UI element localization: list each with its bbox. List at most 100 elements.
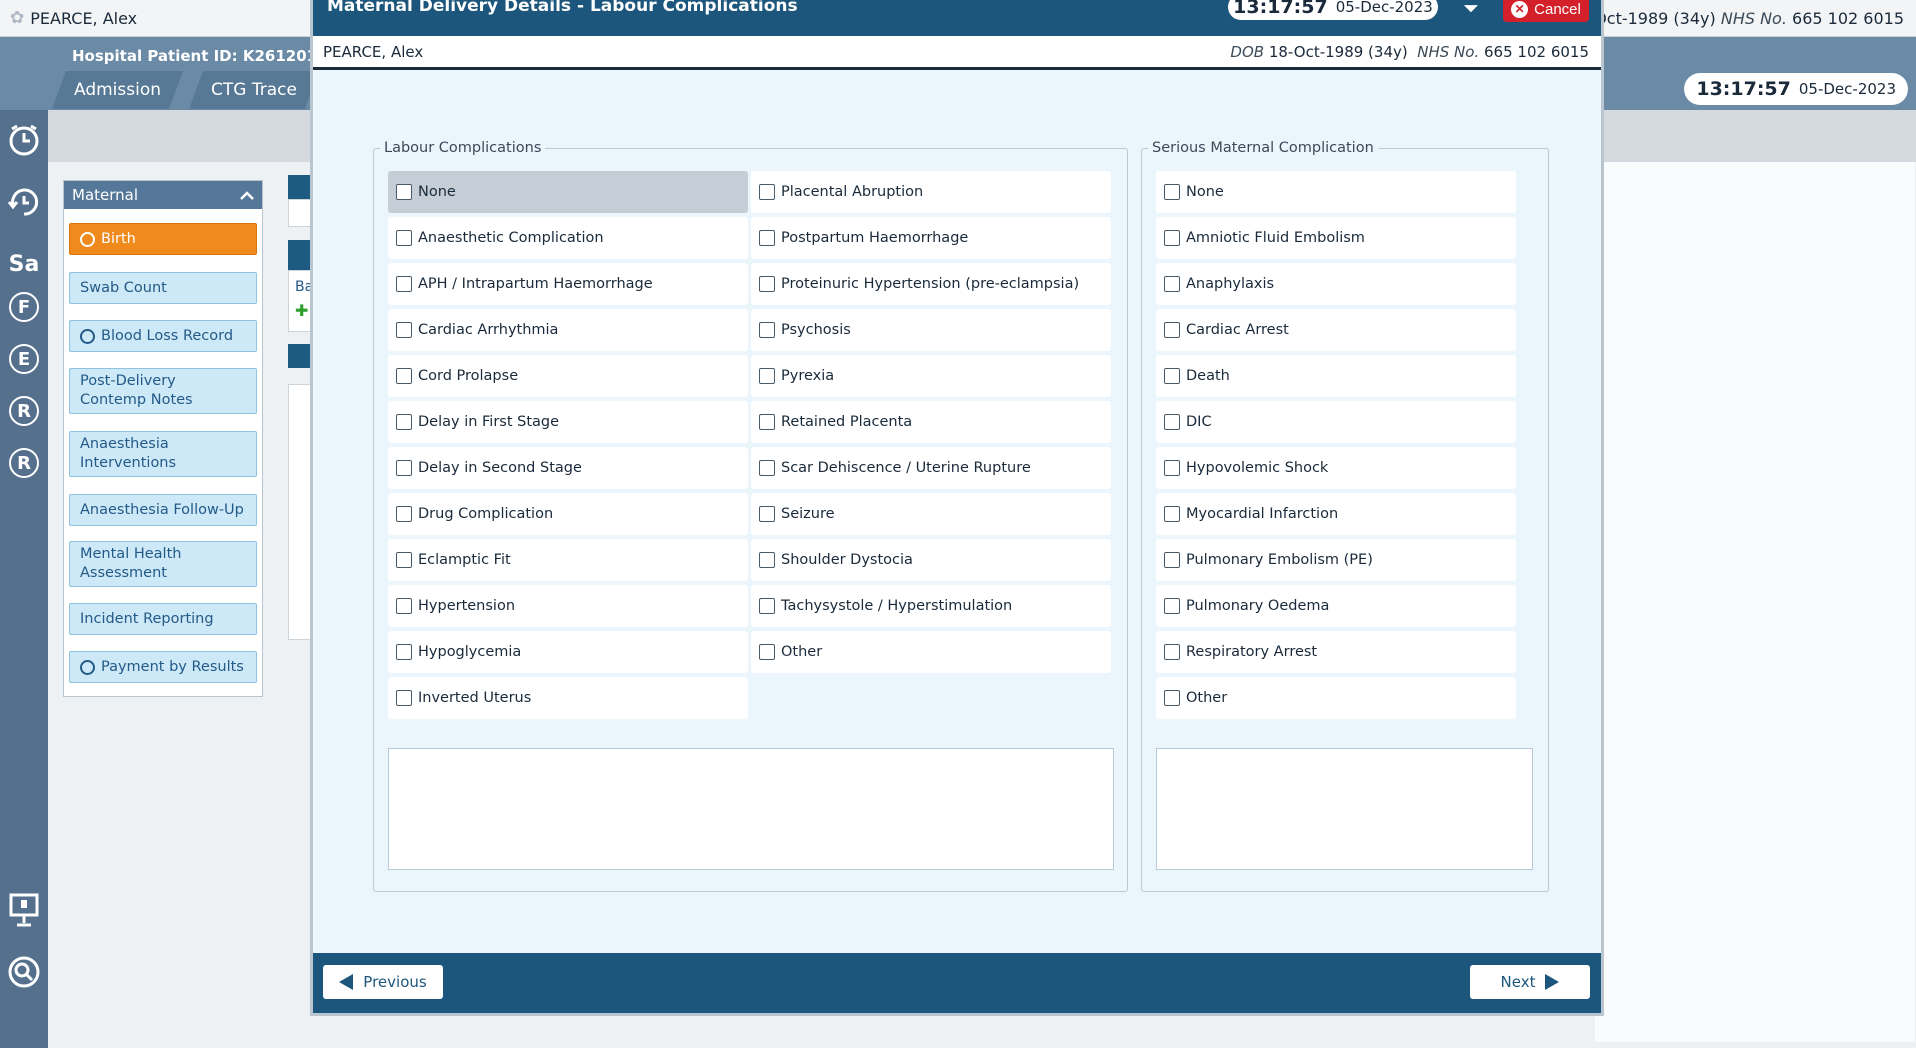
labour-postpartum-haemorrhage-checkbox[interactable]: Postpartum Haemorrhage xyxy=(751,217,1111,259)
checkbox-icon xyxy=(1164,230,1180,246)
checkbox-icon xyxy=(396,460,412,476)
clock-icon[interactable] xyxy=(4,120,44,160)
checkbox-icon xyxy=(396,414,412,430)
labour-anaesthetic-complication-checkbox[interactable]: Anaesthetic Complication xyxy=(388,217,748,259)
nav-r-2[interactable]: R xyxy=(9,448,39,478)
filter-icon[interactable]: ⏷ xyxy=(1463,0,1479,20)
serious-none-checkbox[interactable]: None xyxy=(1156,171,1516,213)
labour-proteinuric-hypertension-pre-eclampsia-checkbox[interactable]: Proteinuric Hypertension (pre-eclampsia) xyxy=(751,263,1111,305)
serious-hypovolemic-shock-checkbox[interactable]: Hypovolemic Shock xyxy=(1156,447,1516,489)
checkbox-label: Psychosis xyxy=(781,322,851,338)
sidebar-item-mental-health-assessment[interactable]: Mental Health Assessment xyxy=(69,541,257,587)
tab-ctg-trace[interactable]: CTG Trace xyxy=(189,71,319,109)
serious-myocardial-infarction-checkbox[interactable]: Myocardial Infarction xyxy=(1156,493,1516,535)
sidebar-item-birth[interactable]: Birth xyxy=(69,223,257,255)
cancel-button[interactable]: ✕ Cancel xyxy=(1503,0,1589,22)
labour-none-checkbox[interactable]: None xyxy=(388,171,748,213)
serious-death-checkbox[interactable]: Death xyxy=(1156,355,1516,397)
sidebar-item-anaesthesia-interventions[interactable]: Anaesthesia Interventions xyxy=(69,431,257,477)
labour-seizure-checkbox[interactable]: Seizure xyxy=(751,493,1111,535)
chevron-up-icon xyxy=(240,191,254,200)
serious-amniotic-fluid-embolism-checkbox[interactable]: Amniotic Fluid Embolism xyxy=(1156,217,1516,259)
labour-complications-legend: Labour Complications xyxy=(384,140,542,156)
sidebar-item-incident-reporting[interactable]: Incident Reporting xyxy=(69,603,257,635)
checkbox-icon xyxy=(396,552,412,568)
sidebar-item-blood-loss-record[interactable]: Blood Loss Record xyxy=(69,320,257,352)
sidebar-item-payment-by-results[interactable]: Payment by Results xyxy=(69,651,257,683)
checkbox-icon xyxy=(1164,368,1180,384)
checkbox-label: Shoulder Dystocia xyxy=(781,552,913,568)
nav-e[interactable]: E xyxy=(9,344,39,374)
patient-demographics: 18-Oct-1989 (34y) NHS No. 665 102 6015 xyxy=(1568,9,1904,28)
checkbox-label: Amniotic Fluid Embolism xyxy=(1186,230,1365,246)
sidebar-item-post-delivery-notes[interactable]: Post-Delivery Contemp Notes xyxy=(69,368,257,414)
checkbox-icon xyxy=(1164,460,1180,476)
search-icon[interactable] xyxy=(4,952,44,992)
checkbox-label: Postpartum Haemorrhage xyxy=(781,230,969,246)
labour-hypoglycemia-checkbox[interactable]: Hypoglycemia xyxy=(388,631,748,673)
checkbox-label: Cardiac Arrest xyxy=(1186,322,1289,338)
checkbox-icon xyxy=(396,230,412,246)
close-icon: ✕ xyxy=(1511,0,1529,18)
dialog-title-bar: Maternal Delivery Details - Labour Compl… xyxy=(313,0,1601,36)
checkbox-icon xyxy=(759,552,775,568)
checkbox-label: Delay in First Stage xyxy=(418,414,560,430)
labour-retained-placenta-checkbox[interactable]: Retained Placenta xyxy=(751,401,1111,443)
sidebar-item-anaesthesia-follow-up[interactable]: Anaesthesia Follow-Up xyxy=(69,494,257,526)
labour-cord-prolapse-checkbox[interactable]: Cord Prolapse xyxy=(388,355,748,397)
checkbox-label: Placental Abruption xyxy=(781,184,924,200)
checkbox-label: Hypertension xyxy=(418,598,516,614)
checkbox-icon xyxy=(396,690,412,706)
labour-shoulder-dystocia-checkbox[interactable]: Shoulder Dystocia xyxy=(751,539,1111,581)
tab-admission[interactable]: Admission xyxy=(52,71,183,109)
serious-pulmonary-embolism-pe-checkbox[interactable]: Pulmonary Embolism (PE) xyxy=(1156,539,1516,581)
labour-tachysystole-hyperstimulation-checkbox[interactable]: Tachysystole / Hyperstimulation xyxy=(751,585,1111,627)
serious-respiratory-arrest-checkbox[interactable]: Respiratory Arrest xyxy=(1156,631,1516,673)
labour-scar-dehiscence-uterine-rupture-checkbox[interactable]: Scar Dehiscence / Uterine Rupture xyxy=(751,447,1111,489)
nhs-label: NHS No. xyxy=(1720,9,1787,28)
patient-name-area: ✿ PEARCE, Alex xyxy=(10,8,137,28)
nav-r[interactable]: R xyxy=(9,396,39,426)
dialog-clock: 13:17:57 05-Dec-2023 xyxy=(1228,0,1438,20)
serious-dic-checkbox[interactable]: DIC xyxy=(1156,401,1516,443)
maternal-panel-header[interactable]: Maternal xyxy=(64,181,262,209)
labour-other-checkbox[interactable]: Other xyxy=(751,631,1111,673)
labour-placental-abruption-checkbox[interactable]: Placental Abruption xyxy=(751,171,1111,213)
nav-f[interactable]: F xyxy=(9,292,39,322)
labour-eclamptic-fit-checkbox[interactable]: Eclamptic Fit xyxy=(388,539,748,581)
sidebar-item-swab-count[interactable]: Swab Count xyxy=(69,272,257,304)
previous-button[interactable]: Previous xyxy=(323,965,443,999)
checkbox-icon xyxy=(396,184,412,200)
dialog-footer: Previous Next xyxy=(313,953,1601,1013)
clock-time: 13:17:57 xyxy=(1696,78,1791,100)
labour-cardiac-arrhythmia-checkbox[interactable]: Cardiac Arrhythmia xyxy=(388,309,748,351)
serious-pulmonary-oedema-checkbox[interactable]: Pulmonary Oedema xyxy=(1156,585,1516,627)
presentation-icon[interactable] xyxy=(4,890,44,930)
labour-hypertension-checkbox[interactable]: Hypertension xyxy=(388,585,748,627)
labour-drug-complication-checkbox[interactable]: Drug Complication xyxy=(388,493,748,535)
serious-anaphylaxis-checkbox[interactable]: Anaphylaxis xyxy=(1156,263,1516,305)
dialog-time: 13:17:57 xyxy=(1233,0,1328,18)
checkbox-label: None xyxy=(1186,184,1224,200)
checkbox-label: APH / Intrapartum Haemorrhage xyxy=(418,276,653,292)
labour-delay-in-second-stage-checkbox[interactable]: Delay in Second Stage xyxy=(388,447,748,489)
history-icon[interactable] xyxy=(4,182,44,222)
checkbox-label: None xyxy=(418,184,456,200)
nhs-label: NHS No. xyxy=(1417,43,1480,61)
labour-inverted-uterus-checkbox[interactable]: Inverted Uterus xyxy=(388,677,748,719)
labour-delay-in-first-stage-checkbox[interactable]: Delay in First Stage xyxy=(388,401,748,443)
next-button[interactable]: Next xyxy=(1470,965,1590,999)
labour-complications-notes[interactable] xyxy=(388,748,1114,870)
radio-icon xyxy=(80,231,95,247)
checkbox-label: Death xyxy=(1186,368,1230,384)
checkbox-label: Pulmonary Oedema xyxy=(1186,598,1330,614)
serious-other-checkbox[interactable]: Other xyxy=(1156,677,1516,719)
labour-psychosis-checkbox[interactable]: Psychosis xyxy=(751,309,1111,351)
checkbox-label: Anaesthetic Complication xyxy=(418,230,604,246)
nav-sa[interactable]: Sa xyxy=(4,244,44,284)
labour-pyrexia-checkbox[interactable]: Pyrexia xyxy=(751,355,1111,397)
serious-cardiac-arrest-checkbox[interactable]: Cardiac Arrest xyxy=(1156,309,1516,351)
labour-aph-intrapartum-haemorrhage-checkbox[interactable]: APH / Intrapartum Haemorrhage xyxy=(388,263,748,305)
checkbox-label: Other xyxy=(1186,690,1228,706)
serious-complication-notes[interactable] xyxy=(1156,748,1533,870)
